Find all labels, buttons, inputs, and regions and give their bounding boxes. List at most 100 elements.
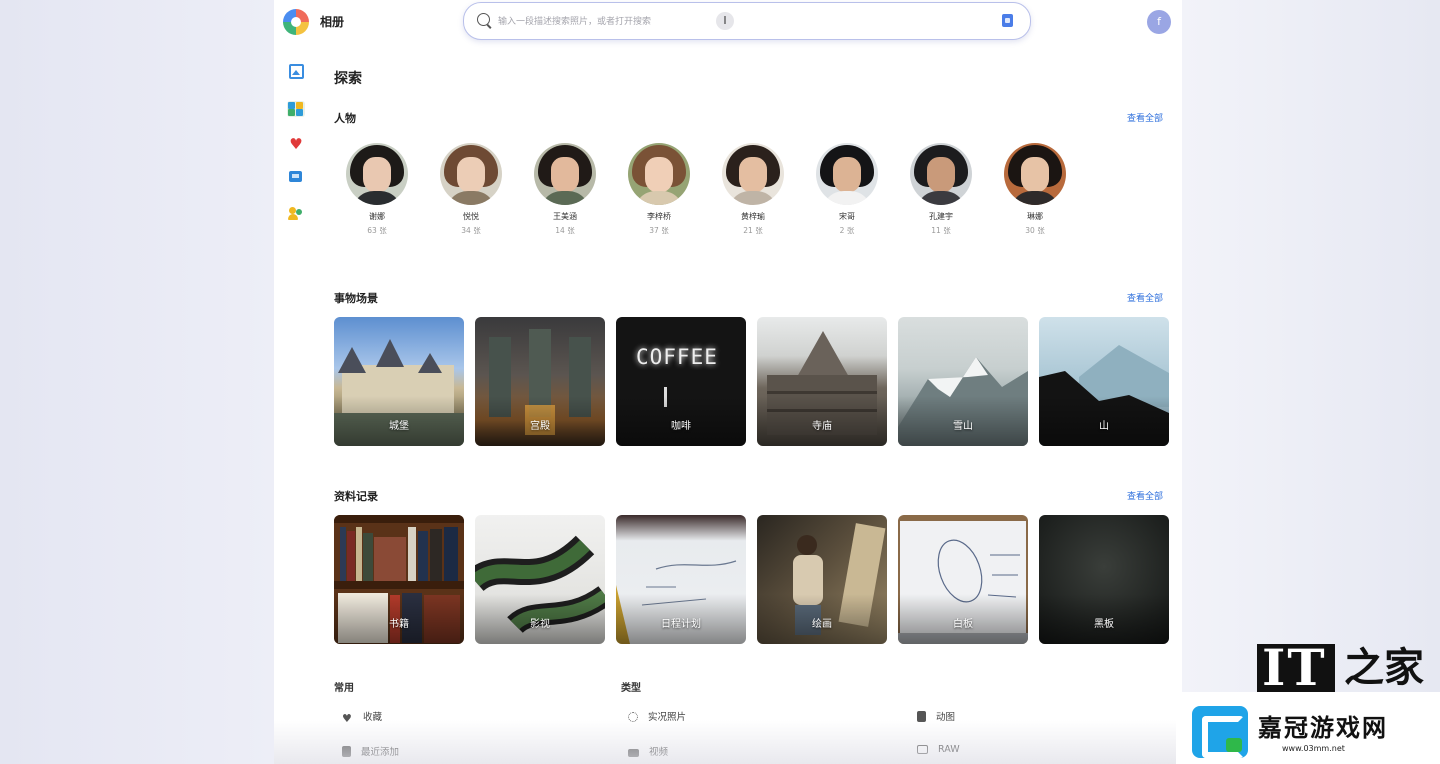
person-name: 悦悦 — [463, 212, 479, 221]
scene-tile-temple[interactable]: 寺庙 — [757, 317, 887, 446]
person-avatar — [440, 143, 502, 205]
scene-label: 雪山 — [953, 421, 973, 432]
person-photo-count: 63 张 — [367, 226, 387, 235]
text-cursor-icon: I — [716, 12, 734, 30]
record-label: 白板 — [953, 619, 973, 630]
person-photo-count: 11 张 — [931, 226, 951, 235]
person-card[interactable]: 孔建宇 11 张 — [901, 143, 981, 236]
list-item-label: 最近添加 — [361, 747, 400, 758]
app-logo-icon — [283, 9, 309, 35]
person-avatar — [346, 143, 408, 205]
person-name: 李梓桥 — [647, 212, 671, 221]
scene-label: 山 — [1099, 421, 1109, 432]
people-section-title: 人物 — [334, 112, 356, 125]
user-avatar[interactable]: f — [1147, 10, 1171, 34]
types-raw-item[interactable]: RAW — [917, 744, 960, 755]
person-card[interactable]: 谢娜 63 张 — [337, 143, 417, 236]
person-avatar — [910, 143, 972, 205]
record-tile-painting[interactable]: 绘画 — [757, 515, 887, 644]
record-label: 影视 — [530, 619, 550, 630]
person-avatar — [628, 143, 690, 205]
scene-tile-palace[interactable]: 宫殿 — [475, 317, 605, 446]
person-card[interactable]: 宋哥 2 张 — [807, 143, 887, 236]
recent-icon — [342, 746, 351, 757]
nav-albums-icon[interactable] — [289, 171, 302, 182]
site-watermark-brand: 嘉冠游戏网 — [1258, 714, 1388, 742]
types-group-title: 类型 — [621, 683, 641, 694]
page-title: 探索 — [334, 71, 362, 87]
common-favorites-item[interactable]: ♥ 收藏 — [342, 709, 382, 724]
person-card[interactable]: 李梓桥 37 张 — [619, 143, 699, 236]
list-item-label: 视频 — [649, 747, 669, 758]
types-live-photo-item[interactable]: 实况照片 — [628, 709, 686, 723]
list-item-label: 实况照片 — [648, 712, 687, 723]
person-name: 宋哥 — [839, 212, 855, 221]
person-photo-count: 21 张 — [743, 226, 763, 235]
people-see-all-link[interactable]: 查看全部 — [1127, 111, 1163, 124]
site-watermark-logo-icon — [1192, 706, 1248, 758]
person-card[interactable]: 琳娜 30 张 — [995, 143, 1075, 236]
person-name: 王美涵 — [553, 212, 577, 221]
scene-tile-coffee[interactable]: COFFEE 咖啡 — [616, 317, 746, 446]
record-label: 书籍 — [389, 619, 409, 630]
scene-label: 城堡 — [389, 421, 409, 432]
scene-tile-snow-mountain[interactable]: 雪山 — [898, 317, 1028, 446]
person-name: 孔建宇 — [929, 212, 953, 221]
person-photo-count: 34 张 — [461, 226, 481, 235]
person-card[interactable]: 悦悦 34 张 — [431, 143, 511, 236]
person-name: 黄梓瑜 — [741, 212, 765, 221]
heart-icon: ♥ — [342, 712, 352, 725]
list-item-label: 收藏 — [363, 712, 383, 723]
person-photo-count: 30 张 — [1025, 226, 1045, 235]
camera-icon — [917, 745, 928, 754]
person-photo-count: 14 张 — [555, 226, 575, 235]
list-item-label: 动图 — [936, 712, 956, 723]
scenes-section-title: 事物场景 — [334, 292, 378, 305]
photos-app-window: 相册 I f ♥ 探索 人物 查看全部 谢娜 63 张 悦悦 34 张 王美涵 … — [274, 0, 1182, 764]
nav-photos-icon[interactable] — [289, 64, 304, 79]
image-search-icon[interactable] — [1002, 14, 1013, 27]
nav-sharing-icon[interactable] — [288, 207, 304, 220]
person-name: 谢娜 — [369, 212, 385, 221]
person-card[interactable]: 王美涵 14 张 — [525, 143, 605, 236]
gif-icon — [917, 711, 926, 722]
search-bar[interactable]: I — [463, 2, 1031, 40]
person-photo-count: 37 张 — [649, 226, 669, 235]
record-tile-blackboard[interactable]: 黑板 — [1039, 515, 1169, 644]
person-avatar — [1004, 143, 1066, 205]
person-name: 琳娜 — [1027, 212, 1043, 221]
scene-label: 咖啡 — [671, 421, 691, 432]
nav-favorites-heart-icon[interactable]: ♥ — [288, 136, 304, 152]
record-tile-schedule[interactable]: 日程计划 — [616, 515, 746, 644]
person-avatar — [722, 143, 784, 205]
person-avatar — [534, 143, 596, 205]
record-tile-books[interactable]: 书籍 — [334, 515, 464, 644]
search-icon — [477, 13, 490, 26]
scenes-see-all-link[interactable]: 查看全部 — [1127, 291, 1163, 304]
ithome-watermark-it: IT — [1262, 638, 1327, 697]
record-tile-film[interactable]: 影视 — [475, 515, 605, 644]
video-icon — [628, 749, 639, 757]
scene-label: 宫殿 — [530, 421, 550, 432]
app-title: 相册 — [320, 15, 345, 29]
types-video-item[interactable]: 视频 — [628, 744, 668, 758]
person-avatar — [816, 143, 878, 205]
search-input[interactable] — [496, 11, 900, 33]
record-label: 绘画 — [812, 619, 832, 630]
types-gif-item[interactable]: 动图 — [917, 709, 955, 723]
common-group-title: 常用 — [334, 683, 354, 694]
person-photo-count: 2 张 — [839, 226, 855, 235]
site-watermark-url: www.03mm.net — [1282, 744, 1345, 753]
scene-label: 寺庙 — [812, 421, 832, 432]
common-recent-item[interactable]: 最近添加 — [342, 744, 399, 758]
scene-tile-castle[interactable]: 城堡 — [334, 317, 464, 446]
live-photo-icon — [628, 712, 638, 722]
records-see-all-link[interactable]: 查看全部 — [1127, 489, 1163, 502]
list-item-label: RAW — [938, 744, 960, 755]
desktop-background-left — [0, 0, 274, 764]
record-label: 日程计划 — [661, 619, 701, 630]
nav-explore-icon[interactable] — [287, 101, 305, 117]
record-tile-whiteboard[interactable]: 白板 — [898, 515, 1028, 644]
person-card[interactable]: 黄梓瑜 21 张 — [713, 143, 793, 236]
scene-tile-mountain[interactable]: 山 — [1039, 317, 1169, 446]
